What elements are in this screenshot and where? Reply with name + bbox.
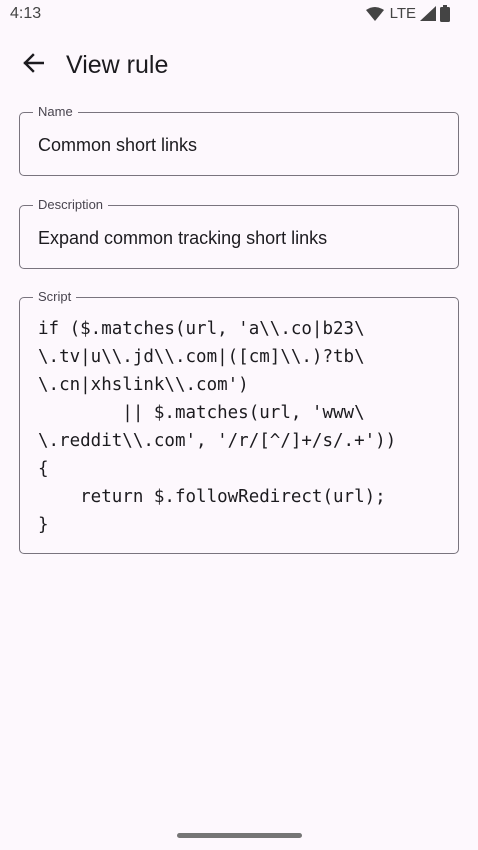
- wifi-icon: [365, 6, 384, 21]
- status-icons: LTE: [365, 5, 450, 22]
- name-field-value: Common short links: [38, 135, 198, 155]
- status-time: 4:13: [10, 5, 42, 22]
- description-field[interactable]: Description Expand common tracking short…: [19, 197, 459, 269]
- gesture-nav-handle[interactable]: [177, 833, 302, 838]
- name-field-label: Name: [33, 104, 78, 120]
- view-rule-screen: 4:13 LTE View rule Name Common short lin…: [0, 0, 478, 850]
- page-title: View rule: [66, 51, 169, 79]
- script-field-value: if ($.matches(url, 'a\\.co|b23\ \.tv|u\\…: [38, 319, 397, 535]
- script-field[interactable]: Script if ($.matches(url, 'a\\.co|b23\ \…: [19, 289, 459, 554]
- name-field[interactable]: Name Common short links: [19, 104, 459, 176]
- battery-icon: [440, 5, 450, 22]
- app-bar: View rule: [0, 46, 478, 86]
- back-button[interactable]: [18, 50, 48, 80]
- script-field-label: Script: [33, 289, 77, 305]
- network-type: LTE: [389, 5, 416, 22]
- signal-icon: [420, 6, 436, 21]
- status-bar: 4:13 LTE: [0, 0, 478, 30]
- description-field-label: Description: [33, 197, 109, 213]
- arrow-back-icon: [22, 52, 45, 79]
- description-field-value: Expand common tracking short links: [38, 228, 328, 248]
